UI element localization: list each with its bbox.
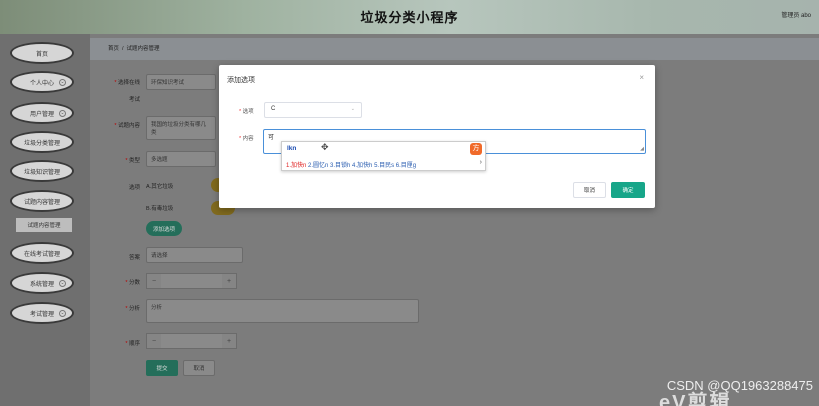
breadcrumb: 首页 / 试题内容管理 [90,38,819,60]
sidebar-item-online-exam[interactable]: 在线考试管理 [10,242,74,264]
order-stepper[interactable]: − + [146,333,237,349]
close-icon[interactable]: × [639,73,644,82]
ev-watermark: eV剪辑 [659,392,732,406]
analysis-textarea[interactable]: 分析 [146,299,419,323]
breadcrumb-separator: / [122,46,124,52]
chevron-down-icon: ⌄ [59,280,66,287]
plus-icon[interactable]: + [222,274,236,288]
question-textarea[interactable]: 我国的垃圾分类有哪几类 [146,116,216,140]
answer-select[interactable]: 请选择 [146,247,243,263]
admin-label[interactable]: 管理员 abo [781,10,811,19]
dialog-title: 添加选项 [227,77,255,84]
sidebar-item-question-content[interactable]: 试题内容管理 [10,190,74,212]
sidebar-item-system[interactable]: 系统管理 ⌄ [10,272,74,294]
score-stepper[interactable]: − + [146,273,237,289]
dialog-option-select[interactable]: C ⌄ [264,102,362,118]
sidebar-item-profile[interactable]: 个人中心 ⌄ [10,71,74,93]
ime-candidate[interactable]: 6.目厘g [396,163,416,169]
ime-candidate[interactable]: 3.目锁h [330,163,350,169]
ime-candidate[interactable]: 2.圆忆n [308,163,328,169]
dialog-confirm-button[interactable]: 确定 [611,182,645,198]
ime-candidate[interactable]: 1.加快n [286,163,306,169]
chevron-down-icon: ⌄ [59,79,66,86]
ime-candidate[interactable]: 5.目民s [374,163,394,169]
ime-logo-icon: 方 [470,143,482,155]
cancel-button[interactable]: 取消 [183,360,215,376]
add-option-button[interactable]: 添加选项 [146,221,182,236]
ime-candidate[interactable]: 4.加快h [352,163,372,169]
option-a-text: A.其它垃圾 [146,184,174,190]
move-cursor-icon: ✥ [321,142,329,152]
type-label: * 类型 [125,158,140,164]
top-header: 垃圾分类小程序 管理员 abo [0,0,819,34]
dialog-content-label: * 内容 [239,136,254,142]
chevron-right-icon[interactable]: › [480,159,482,166]
sidebar-item-users[interactable]: 用户管理 ⌄ [10,102,74,124]
breadcrumb-home[interactable]: 首页 [108,46,119,52]
plus-icon[interactable]: + [222,334,236,348]
answer-label: 答案 [128,255,140,261]
breadcrumb-current: 试题内容管理 [126,46,160,52]
app-title: 垃圾分类小程序 [360,10,459,25]
sidebar-item-garbage-knowledge[interactable]: 垃圾知识管理 [10,160,74,182]
ime-composition: lkn [287,145,297,152]
add-option-dialog: 添加选项 × * 选项 C ⌄ * 内容 可 ◢ 取消 确定 [219,65,655,208]
select-exam-label-line2: 考试 [128,97,140,103]
chevron-down-icon: ⌄ [59,110,66,117]
resize-grip-icon[interactable]: ◢ [640,146,644,152]
type-select[interactable]: 多选题 [146,151,216,167]
chevron-down-icon: ⌄ [59,310,66,317]
chevron-down-icon: ⌄ [350,106,355,112]
minus-icon[interactable]: − [147,334,161,348]
question-label: * 试题内容 [114,123,140,129]
options-label: 选项 [128,185,140,191]
ime-candidates: 1.加快n 2.圆忆n 3.目锁h 4.加快h 5.目民s 6.目厘g [286,160,416,169]
sidebar-item-home[interactable]: 首页 [10,42,74,64]
analysis-label: * 分析 [125,306,140,312]
score-label: * 分数 [125,280,140,286]
sidebar-item-garbage-category[interactable]: 垃圾分类管理 [10,131,74,153]
exam-select[interactable]: 环保知识考试 [146,74,216,90]
sidebar: 首页 个人中心 ⌄ 用户管理 ⌄ 垃圾分类管理 垃圾知识管理 试题内容管理 试题内容… [0,34,90,406]
sidebar-item-exam[interactable]: 考试管理 ⌄ [10,302,74,324]
ime-candidate-popup: lkn 方 1.加快n 2.圆忆n 3.目锁h 4.加快h 5.目民s 6.目厘… [281,141,486,171]
dialog-cancel-button[interactable]: 取消 [573,182,606,198]
order-label: * 顺序 [125,341,140,347]
option-b-text: B.有毒垃圾 [146,206,174,212]
dialog-option-label: * 选项 [239,109,254,115]
submit-button[interactable]: 提交 [146,360,178,376]
minus-icon[interactable]: − [147,274,161,288]
sidebar-subitem-question-content[interactable]: 试题内容管理 [16,218,72,232]
select-exam-label: * 选择在线 [114,80,140,86]
